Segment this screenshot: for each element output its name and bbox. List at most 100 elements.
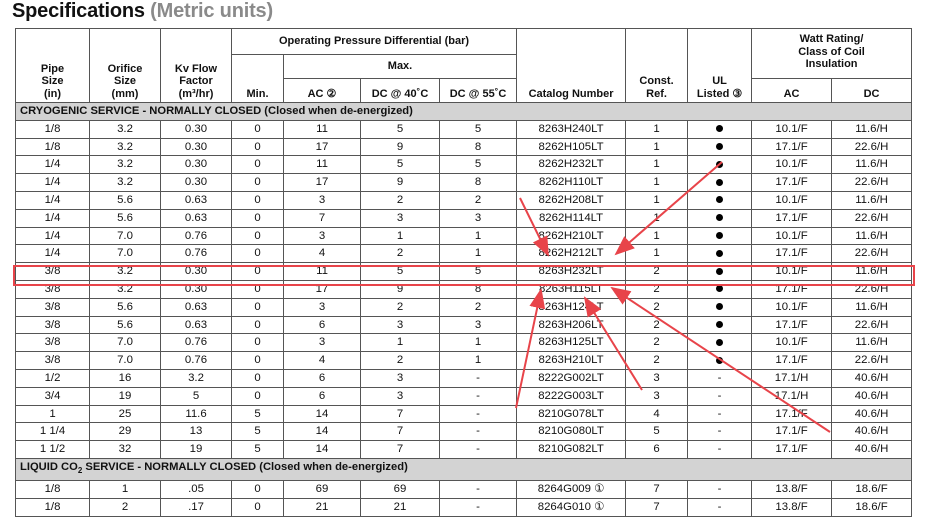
cell-catalog-number: 8262H232LT — [516, 155, 627, 175]
cell-watt-ac: 10.1/F — [751, 333, 833, 353]
cell-orifice-size: 2 — [89, 497, 161, 517]
cell-watt-ac: 10.1/F — [751, 262, 833, 281]
cell-orifice-size: 5.6 — [89, 297, 161, 317]
cell-watt-dc: 22.6/H — [831, 244, 913, 264]
cell-ul-listed — [687, 208, 753, 228]
cell-kv-factor: 0.63 — [160, 208, 232, 228]
cell-const-ref: 1 — [625, 155, 689, 175]
cell-watt-dc: 40.6/H — [831, 368, 913, 388]
ul-listed-dot-icon — [716, 143, 724, 151]
cell-watt-dc: 22.6/H — [831, 279, 913, 299]
cell-watt-dc: 11.6/H — [831, 119, 913, 139]
cell-watt-dc: 40.6/H — [831, 404, 913, 424]
cell-const-ref: 7 — [625, 497, 689, 517]
ul-listed-dot-icon — [716, 321, 724, 329]
cell-watt-dc: 40.6/H — [831, 422, 913, 442]
cell-max-dc-55: 1 — [438, 244, 518, 264]
cell-orifice-size: 3.2 — [89, 279, 161, 299]
page-title: Specifications (Metric units) — [12, 0, 273, 23]
cell-watt-ac: 10.1/F — [751, 190, 833, 210]
header-orifice-size: Orifice Size (mm) — [89, 28, 161, 103]
header-ac: AC ② — [283, 78, 361, 103]
header-pipe-size: Pipe Size (in) — [15, 28, 90, 103]
cell-const-ref: 2 — [625, 297, 689, 317]
cell-orifice-size: 16 — [89, 368, 161, 388]
cell-watt-dc: 11.6/H — [831, 297, 913, 317]
cell-kv-factor: 0.30 — [160, 279, 232, 299]
table-row: 3/8 3.2 0.30 0 17 9 8 8263H115LT 2 17.1/F 22.6/H — [15, 279, 913, 299]
cell-const-ref: 1 — [625, 190, 689, 210]
cell-orifice-size: 7.0 — [89, 226, 161, 246]
cell-min: 0 — [231, 173, 284, 192]
cell-min: 0 — [231, 226, 284, 246]
cell-watt-dc: 22.6/H — [831, 351, 913, 370]
cell-orifice-size: 7.0 — [89, 333, 161, 353]
cell-watt-dc: 11.6/H — [831, 155, 913, 175]
cell-watt-dc: 22.6/H — [831, 137, 913, 157]
cell-catalog-number: 8263H125LT — [516, 333, 627, 353]
cell-min: 0 — [231, 297, 284, 317]
table-row: 1 25 11.6 5 14 7-8210G078LT 4-17.1/F 40.6/H — [15, 404, 913, 424]
cell-min: 0 — [231, 137, 284, 157]
cell-watt-dc: 11.6/H — [831, 333, 913, 353]
cell-max-dc-40: 2 — [360, 190, 440, 210]
cell-max-dc-40: 9 — [360, 173, 440, 192]
cell-min: 0 — [231, 497, 284, 517]
ul-listed-dot-icon — [716, 214, 724, 222]
cell-ul-listed — [687, 279, 753, 299]
table-row: 1/4 3.2 0.30 0 11 5 5 8262H232LT 1 10.1/F 11.6/H — [15, 155, 913, 175]
cell-max-dc-55: 1 — [438, 351, 518, 370]
cell-const-ref: 1 — [625, 119, 689, 139]
cell-max-dc-40: 3 — [360, 208, 440, 228]
header-max: Max. — [282, 54, 518, 79]
cell-watt-ac: 10.1/F — [751, 226, 833, 246]
cell-watt-ac: 13.8/F — [751, 479, 833, 499]
cell-const-ref: 2 — [625, 262, 689, 281]
cell-catalog-number: 8262H114LT — [516, 208, 627, 228]
cell-max-dc-55: - — [438, 404, 518, 424]
cell-max-dc-55: 8 — [438, 173, 518, 192]
cell-catalog-number: 8263H115LT — [516, 279, 627, 299]
cell-max-ac: 3 — [283, 333, 361, 353]
cell-watt-ac: 17.1/F — [751, 351, 833, 370]
cell-max-dc-40: 5 — [360, 155, 440, 175]
cell-pipe-size: 3/8 — [15, 333, 90, 353]
cell-max-dc-55: - — [438, 368, 518, 388]
table-row: 1/4 3.2 0.30 0 17 9 8 8262H110LT 1 17.1/F 22.6/H — [15, 173, 913, 192]
cell-ul-listed: - — [687, 497, 753, 517]
cell-max-dc-55: 2 — [438, 190, 518, 210]
cell-max-dc-40: 2 — [360, 297, 440, 317]
cell-watt-ac: 13.8/F — [751, 497, 833, 517]
cell-min: 0 — [231, 208, 284, 228]
header-const-ref: Const. Ref. — [625, 28, 689, 103]
table-row: 3/8 5.6 0.63 0 3 2 2 8263H124LT 2 10.1/F 11.6/H — [15, 297, 913, 317]
cell-watt-ac: 17.1/F — [751, 137, 833, 157]
cell-pipe-size: 3/8 — [15, 351, 90, 370]
table-row: 3/8 7.0 0.76 0 3 1 1 8263H125LT 2 10.1/F 11.6/H — [15, 333, 913, 353]
table-row: 1/2 16 3.2 0 6 3-8222G002LT 3-17.1/H 40.6/H — [15, 368, 913, 388]
header-watt-rating: Watt Rating/Class of Coil Insulation — [751, 28, 913, 79]
cell-max-ac: 3 — [283, 190, 361, 210]
cell-ul-listed — [687, 315, 753, 335]
cell-ul-listed — [687, 226, 753, 246]
cell-min: 0 — [231, 119, 284, 139]
ul-listed-dot-icon — [716, 356, 724, 364]
cell-const-ref: 1 — [625, 226, 689, 246]
cell-max-dc-55: 1 — [438, 333, 518, 353]
ul-listed-dot-icon — [716, 303, 724, 311]
cell-pipe-size: 1 — [15, 404, 90, 424]
cell-orifice-size: 3.2 — [89, 173, 161, 192]
cell-min: 5 — [231, 422, 284, 442]
cell-max-ac: 11 — [283, 155, 361, 175]
cell-watt-dc: 40.6/H — [831, 386, 913, 406]
cell-max-ac: 11 — [283, 119, 361, 139]
cell-pipe-size: 3/8 — [15, 262, 90, 281]
ul-listed-dot-icon — [716, 338, 724, 346]
cell-watt-ac: 17.1/F — [751, 279, 833, 299]
cell-max-dc-40: 1 — [360, 226, 440, 246]
ul-listed-dot-icon — [716, 249, 724, 257]
cell-kv-factor: 11.6 — [160, 404, 232, 424]
cell-min: 0 — [231, 386, 284, 406]
cell-orifice-size: 7.0 — [89, 244, 161, 264]
cell-watt-dc: 22.6/H — [831, 315, 913, 335]
